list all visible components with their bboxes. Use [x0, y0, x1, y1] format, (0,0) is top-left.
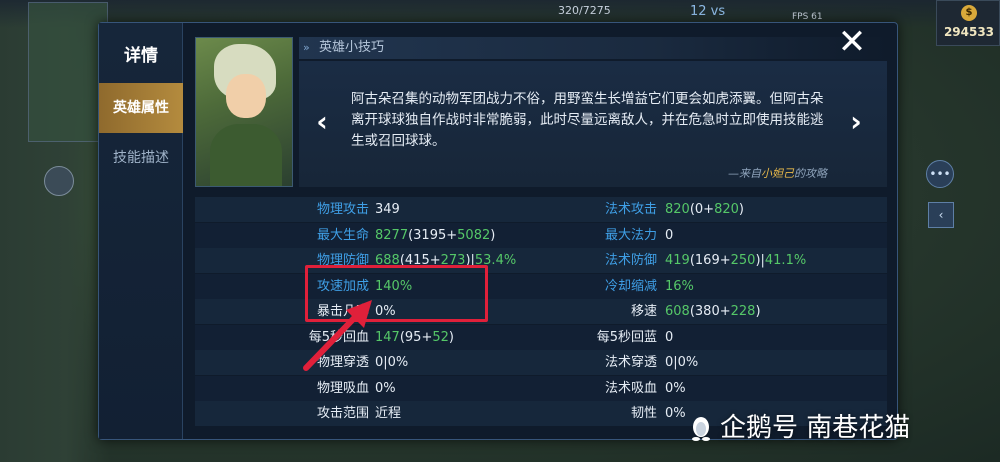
watermark: 企鹅号 南巷花猫 [690, 408, 990, 448]
tips-source-author[interactable]: 小妲己 [761, 167, 794, 180]
stat-value-part: 820 [714, 202, 739, 217]
kill-score: 320/7275 [558, 4, 611, 17]
stat-row: 攻速加成 140% 冷却缩减 16% [195, 273, 887, 299]
stat-value-part: 608 [665, 304, 690, 319]
stat-value-part: (0+ [689, 202, 715, 217]
stat-label: 移速 [630, 304, 657, 319]
stat-value: 0|0% [665, 355, 699, 370]
expand-arrow-icon[interactable]: ‹ [928, 202, 954, 228]
gold-bag-icon: $ [961, 5, 977, 21]
stat-value-part: (380+ [689, 304, 731, 319]
kills-vs: 12 vs [690, 4, 726, 19]
stat-value: 147(95+52) [375, 325, 454, 350]
prev-tip-button[interactable]: ‹ [311, 105, 333, 139]
gold-value: 294533 [943, 25, 995, 39]
shield-icon[interactable] [44, 166, 74, 196]
stat-value: 0% [665, 380, 686, 396]
stat-label: 攻击范围 [316, 406, 369, 421]
tips-text: 阿古朵召集的动物军团战力不俗，用野蛮生长增益它们更会如虎添翼。但阿古朵离开球球独… [351, 91, 824, 149]
stat-label: 每5秒回蓝 [596, 329, 657, 345]
tips-source: —来自小妲己的攻略 [728, 165, 827, 181]
stat-value: 16% [665, 274, 694, 299]
tips-source-suffix: 的攻略 [794, 167, 827, 180]
tab-hero-attributes[interactable]: 英雄属性 [99, 83, 183, 133]
next-tip-button[interactable]: › [845, 105, 867, 139]
stat-value-part: 16% [665, 278, 694, 294]
close-button[interactable]: ✕ [832, 24, 872, 64]
stat-label: 冷却缩减 [604, 278, 657, 294]
stat-value-part: 41.1% [764, 253, 807, 268]
stat-value: 近程 [375, 406, 402, 421]
stat-value-part: (169+ [689, 253, 731, 268]
stat-value: 0 [665, 227, 674, 243]
stat-value: 820(0+820) [665, 197, 744, 222]
minimap[interactable] [28, 2, 108, 142]
tips-box: ‹ 阿古朵召集的动物军团战力不俗，用野蛮生长增益它们更会如虎添翼。但阿古朵离开球… [299, 61, 887, 187]
stat-value-part: (95+ [399, 329, 433, 345]
stat-value-part: ) [448, 329, 454, 345]
stat-value: 349 [375, 202, 400, 217]
stat-label: 法术防御 [604, 253, 657, 268]
chevron-right-icon: » [303, 41, 310, 54]
hero-detail-panel: 详情 英雄属性 技能描述 » 英雄小技巧 ‹ 阿古朵召集的动物军团战力不俗，用野… [98, 22, 898, 440]
fps-readout: FPS 61 [792, 12, 823, 22]
stat-row: 物理吸血 0% 法术吸血 0% [195, 375, 887, 401]
stat-label: 最大生命 [316, 227, 369, 243]
stat-value-part: ) [490, 227, 496, 243]
stat-row: 物理防御 688(415+273)|53.4% 法术防御 419(169+250)|4… [195, 248, 887, 273]
tab-skill-description[interactable]: 技能描述 [99, 133, 183, 183]
stat-label: 最大法力 [604, 227, 657, 243]
stat-value-part: ) [755, 304, 761, 319]
stat-value-part: )| [755, 253, 765, 268]
tips-source-prefix: —来自 [728, 167, 761, 180]
stat-value-part: (3195+ [408, 227, 458, 243]
stat-value-part: 250 [730, 253, 756, 268]
tips-header-label: 英雄小技巧 [319, 40, 385, 55]
stat-row: 物理攻击 349 法术攻击 820(0+820) [195, 197, 887, 222]
sidebar-title: 详情 [124, 46, 158, 66]
stat-value: 8277(3195+5082) [375, 223, 495, 248]
stat-value-part: 228 [730, 304, 756, 319]
stat-row: 最大生命 8277(3195+5082) 最大法力 0 [195, 222, 887, 248]
stat-value-part: 5082 [457, 227, 491, 243]
stat-value: 0% [665, 406, 686, 421]
stat-value: 0 [665, 329, 674, 345]
detail-sidebar: 详情 英雄属性 技能描述 [99, 23, 183, 439]
stat-label: 法术吸血 [604, 380, 657, 396]
stat-value: 0% [375, 380, 396, 396]
chat-icon[interactable]: ••• [926, 160, 954, 188]
stat-value-part: 820 [665, 202, 690, 217]
stat-value: 419(169+250)|41.1% [665, 248, 806, 273]
stat-label: 韧性 [630, 406, 657, 421]
penguin-icon [692, 416, 710, 441]
stat-label: 物理攻击 [316, 202, 369, 217]
watermark-text: 企鹅号 南巷花猫 [720, 413, 911, 443]
stat-label: 法术攻击 [604, 202, 657, 217]
red-arrow-icon [303, 300, 372, 371]
tips-header: » 英雄小技巧 [299, 37, 887, 59]
stat-value-part: 52 [432, 329, 449, 345]
stat-value-part: 8277 [375, 227, 409, 243]
hero-portrait [195, 37, 293, 187]
stat-label: 法术穿透 [604, 355, 657, 370]
stat-value: 608(380+228) [665, 299, 761, 324]
stat-value-part: ) [738, 202, 744, 217]
stat-label: 物理吸血 [316, 380, 369, 396]
stat-value-part: 419 [665, 253, 690, 268]
gold-display: $ 294533 [936, 0, 1000, 46]
